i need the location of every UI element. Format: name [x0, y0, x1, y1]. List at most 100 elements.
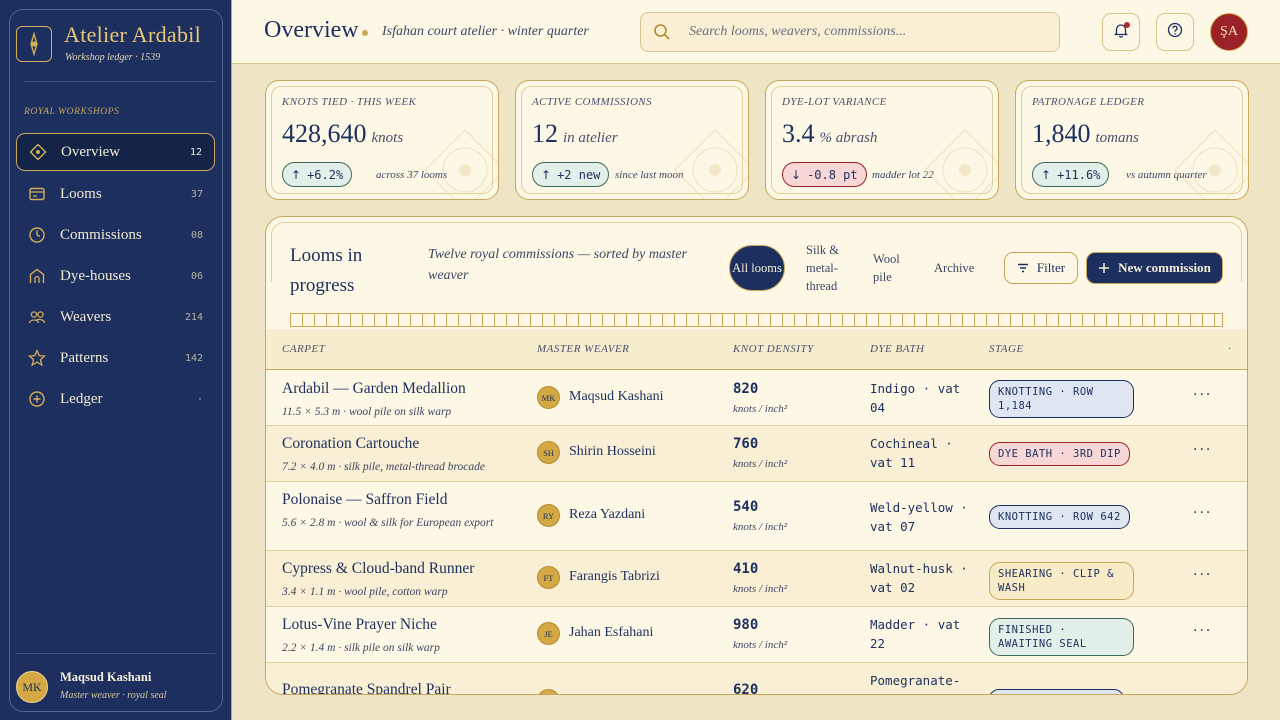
stat-delta: +2 new — [557, 167, 601, 182]
column-header-dye-bath[interactable]: DYE BATH — [870, 343, 925, 355]
sidebar-item-weavers[interactable]: Weavers 214 — [16, 298, 215, 336]
page-subtitle: Isfahan court atelier · winter quarter — [382, 24, 589, 39]
sidebar-user-name: Maqsud Kashani — [60, 670, 152, 684]
stage-badge: KNOTTING · ROW 1,184 — [989, 380, 1134, 418]
dye-bath: Pomegranate- — [870, 673, 961, 688]
avatar[interactable]: MK — [16, 671, 48, 703]
more-actions-icon[interactable]: ··· — [1193, 567, 1212, 583]
stat-card-commissions[interactable]: ACTIVE COMMISSIONS 12 in atelier ↑ +2 new … — [515, 80, 749, 200]
carpet-name: Cypress & Cloud-band Runner — [282, 560, 475, 577]
weaver-avatar: RY — [537, 504, 560, 527]
search-input[interactable] — [689, 24, 1049, 40]
more-actions-icon[interactable]: ··· — [1193, 505, 1212, 521]
sidebar-item-overview[interactable]: Overview 12 — [16, 133, 215, 171]
sidebar-item-patterns[interactable]: Patterns 142 — [16, 339, 215, 377]
column-header-master-weaver[interactable]: MASTER WEAVER — [537, 343, 629, 355]
more-actions-icon[interactable]: ··· — [1193, 442, 1212, 458]
more-actions-icon[interactable]: ··· — [1193, 387, 1212, 403]
column-header-knot-density[interactable]: KNOT DENSITY — [733, 343, 814, 355]
brand-title: Atelier Ardabil — [64, 22, 202, 47]
knot-density-unit: knots / inch² — [733, 639, 788, 651]
house-icon — [27, 266, 47, 286]
stat-delta: +6.2% — [307, 167, 344, 182]
sidebar-item-label: Overview — [61, 143, 121, 160]
segment-archive[interactable]: Archive — [934, 245, 984, 291]
table-row[interactable]: Cypress & Cloud-band Runner 3.4 × 1.1 m … — [266, 551, 1247, 607]
knot-density: 620 — [733, 682, 759, 695]
sidebar-item-label: Commissions — [60, 226, 142, 243]
loom-icon — [27, 184, 47, 204]
stat-unit: knots — [371, 130, 404, 146]
dye-bath: Madder · vat 22 — [870, 617, 961, 651]
medallion-ornament-icon — [674, 129, 748, 199]
stat-number: 3.4 — [782, 119, 815, 148]
sidebar: Atelier Ardabil Workshop ledger · 1539 R… — [0, 0, 232, 720]
stat-label: PATRONAGE LEDGER — [1032, 96, 1145, 108]
stat-label: ACTIVE COMMISSIONS — [532, 96, 652, 108]
sidebar-item-looms[interactable]: Looms 37 — [16, 175, 215, 213]
column-header-stage[interactable]: STAGE — [989, 343, 1024, 355]
search-bar[interactable] — [640, 12, 1060, 52]
segment-silk-metal-thread[interactable]: Silk & metal-thread — [806, 243, 852, 293]
stage-badge — [989, 689, 1124, 694]
new-commission-button[interactable]: New commission — [1086, 252, 1223, 284]
weaver-avatar: JE — [537, 622, 560, 645]
table-row[interactable]: Ardabil — Garden Medallion 11.5 × 5.3 m … — [266, 371, 1247, 426]
weaver-avatar: FT — [537, 566, 560, 589]
weaver-avatar: SH — [537, 441, 560, 464]
table-row[interactable]: Polonaise — Saffron Field 5.6 × 2.8 m · … — [266, 482, 1247, 551]
notifications-button[interactable] — [1102, 13, 1140, 51]
help-button[interactable] — [1156, 13, 1194, 51]
stat-number: 12 — [532, 119, 558, 148]
stat-card-patronage[interactable]: PATRONAGE LEDGER 1,840 tomans ↑ +11.6% vs … — [1015, 80, 1249, 200]
knot-density-unit: knots / inch² — [733, 403, 788, 415]
sidebar-user-divider — [16, 653, 215, 654]
user-avatar[interactable]: ŞA — [1210, 13, 1248, 51]
carpet-name: Coronation Cartouche — [282, 435, 420, 452]
table-row[interactable]: Pomegranate Spandrel Pair 620 Pomegranat… — [266, 663, 1247, 695]
carpet-name: Pomegranate Spandrel Pair — [282, 681, 451, 695]
stat-number: 1,840 — [1032, 119, 1091, 148]
segment-wool-pile[interactable]: Wool pile — [873, 245, 915, 291]
filter-button[interactable]: Filter — [1004, 252, 1078, 284]
sidebar-item-count: 06 — [190, 270, 203, 282]
stat-delta-badge: ↓ -0.8 pt — [782, 162, 867, 187]
top-header: Overview Isfahan court atelier · winter … — [232, 0, 1280, 64]
stat-unit: in atelier — [563, 130, 618, 146]
knot-density-unit: knots / inch² — [733, 458, 788, 470]
stat-delta-badge: ↑ +6.2% — [282, 162, 353, 187]
weaver-avatar — [537, 689, 560, 694]
sidebar-item-count: 142 — [184, 352, 203, 364]
carpet-meta: 11.5 × 5.3 m · wool pile on silk warp — [282, 406, 452, 418]
stat-unit: tomans — [1095, 130, 1139, 146]
panel-description: Twelve royal commissions — sorted by mas… — [428, 247, 687, 283]
segment-all-looms[interactable]: All looms — [729, 245, 785, 291]
table-row[interactable]: Lotus-Vine Prayer Niche 2.2 × 1.4 m · si… — [266, 607, 1247, 663]
new-commission-label: New commission — [1118, 260, 1211, 275]
stat-value: 12 in atelier — [532, 119, 618, 149]
sidebar-section-label: ROYAL WORKSHOPS — [24, 107, 120, 117]
weaver-name: Shirin Hosseini — [569, 444, 656, 459]
weaver-avatar: MK — [537, 386, 560, 409]
dye-bath: Weld-yellow · vat 07 — [870, 500, 968, 534]
title-separator-dot — [362, 30, 368, 36]
sidebar-user-role: Master weaver · royal seal — [60, 690, 167, 701]
more-actions-icon[interactable]: ··· — [1193, 623, 1212, 639]
carpet-fringe-divider — [290, 313, 1223, 327]
sidebar-divider — [24, 81, 215, 82]
stat-value: 3.4% abrash — [782, 119, 877, 149]
stat-card-knots[interactable]: KNOTS TIED · THIS WEEK 428,640 knots ↑ +6.… — [265, 80, 499, 200]
sidebar-item-commissions[interactable]: Commissions 08 — [16, 216, 215, 254]
column-header-carpet[interactable]: CARPET — [282, 343, 325, 355]
stat-delta: +11.6% — [1057, 167, 1101, 182]
help-icon — [1167, 22, 1183, 42]
stat-card-dye-variance[interactable]: DYE-LOT VARIANCE 3.4% abrash ↓ -0.8 pt ma… — [765, 80, 999, 200]
carpet-meta: 7.2 × 4.0 m · silk pile, metal-thread br… — [282, 461, 486, 473]
diamond-icon — [28, 142, 48, 162]
knot-density: 820 — [733, 381, 759, 397]
table-row[interactable]: Coronation Cartouche 7.2 × 4.0 m · silk … — [266, 426, 1247, 482]
column-header-actions: · — [1228, 343, 1232, 355]
weaver-name: Maqsud Kashani — [569, 389, 664, 404]
sidebar-item-ledger[interactable]: Ledger · — [16, 380, 215, 418]
sidebar-item-dye-houses[interactable]: Dye-houses 06 — [16, 257, 215, 295]
